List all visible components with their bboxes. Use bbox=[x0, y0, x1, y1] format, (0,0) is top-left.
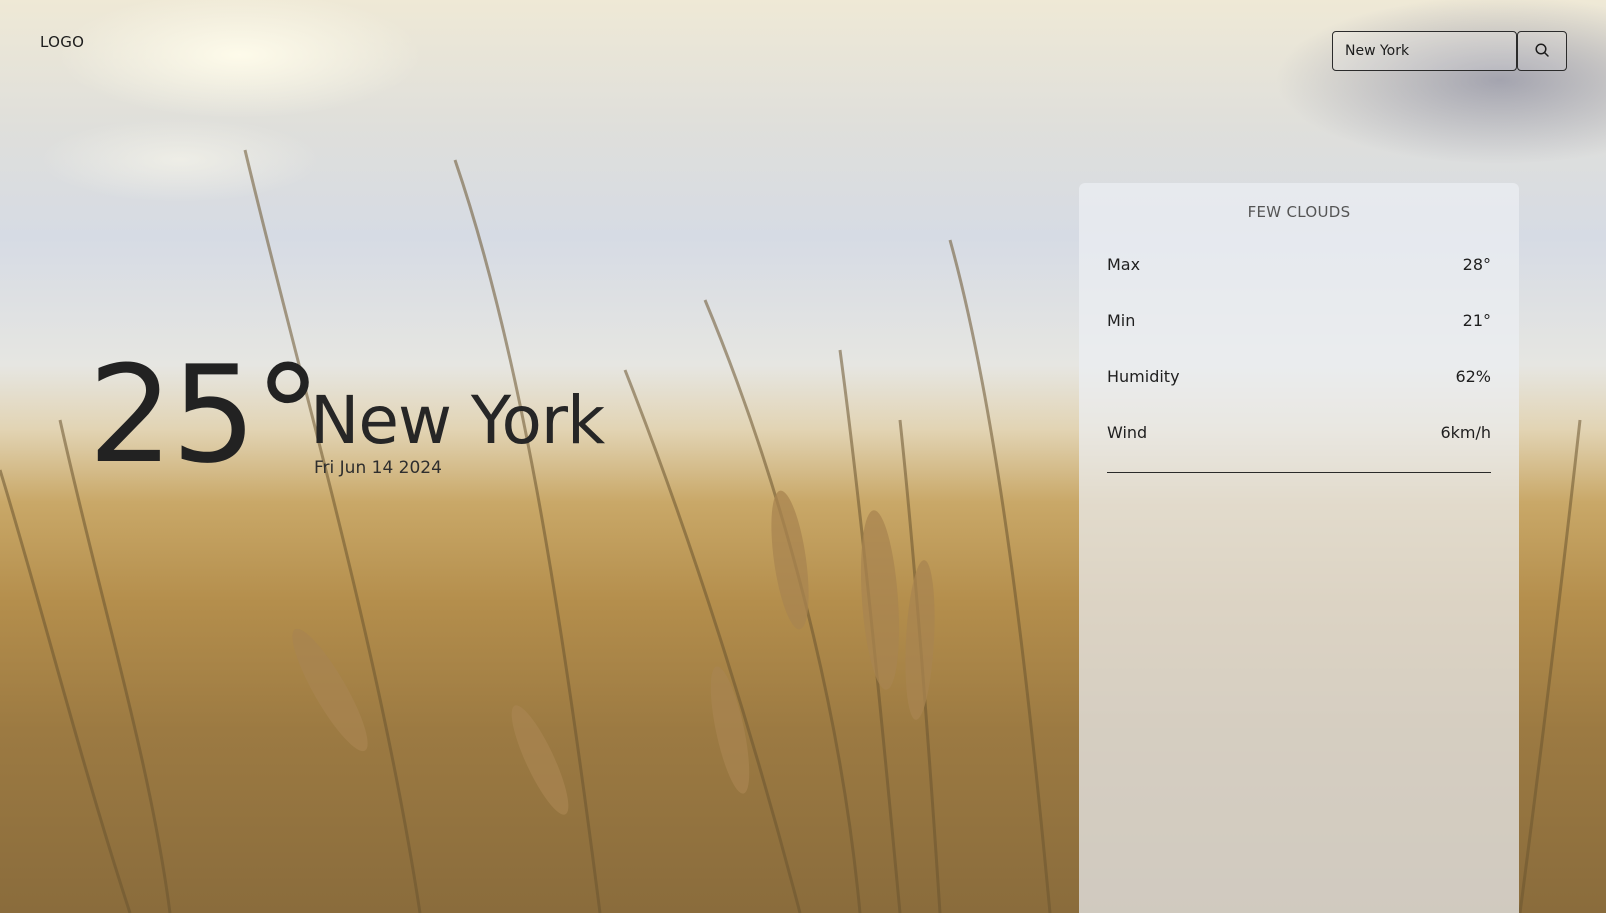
current-date: Fri Jun 14 2024 bbox=[314, 458, 442, 478]
search-input[interactable] bbox=[1332, 31, 1517, 71]
detail-label: Humidity bbox=[1107, 367, 1180, 386]
detail-value: 21° bbox=[1462, 311, 1491, 330]
logo[interactable]: LOGO bbox=[40, 33, 84, 51]
details-divider bbox=[1107, 472, 1491, 473]
weather-app: LOGO 25° New York Fri Jun 14 2024 FEW CL… bbox=[0, 0, 1606, 913]
search-button[interactable] bbox=[1517, 31, 1567, 71]
detail-value: 62% bbox=[1455, 367, 1491, 386]
city-name: New York bbox=[310, 382, 605, 459]
search-bar bbox=[1332, 31, 1567, 71]
detail-value: 6km/h bbox=[1440, 423, 1491, 442]
weather-details-panel: FEW CLOUDS Max 28° Min 21° Humidity 62% … bbox=[1079, 183, 1519, 913]
current-temperature: 25° bbox=[88, 337, 322, 493]
detail-row-max: Max 28° bbox=[1107, 255, 1491, 274]
detail-row-humidity: Humidity 62% bbox=[1107, 367, 1491, 386]
detail-row-wind: Wind 6km/h bbox=[1107, 423, 1491, 442]
weather-condition: FEW CLOUDS bbox=[1247, 203, 1351, 221]
detail-label: Min bbox=[1107, 311, 1136, 330]
detail-value: 28° bbox=[1462, 255, 1491, 274]
search-icon bbox=[1534, 42, 1550, 61]
detail-label: Max bbox=[1107, 255, 1141, 274]
detail-row-min: Min 21° bbox=[1107, 311, 1491, 330]
detail-label: Wind bbox=[1107, 423, 1148, 442]
